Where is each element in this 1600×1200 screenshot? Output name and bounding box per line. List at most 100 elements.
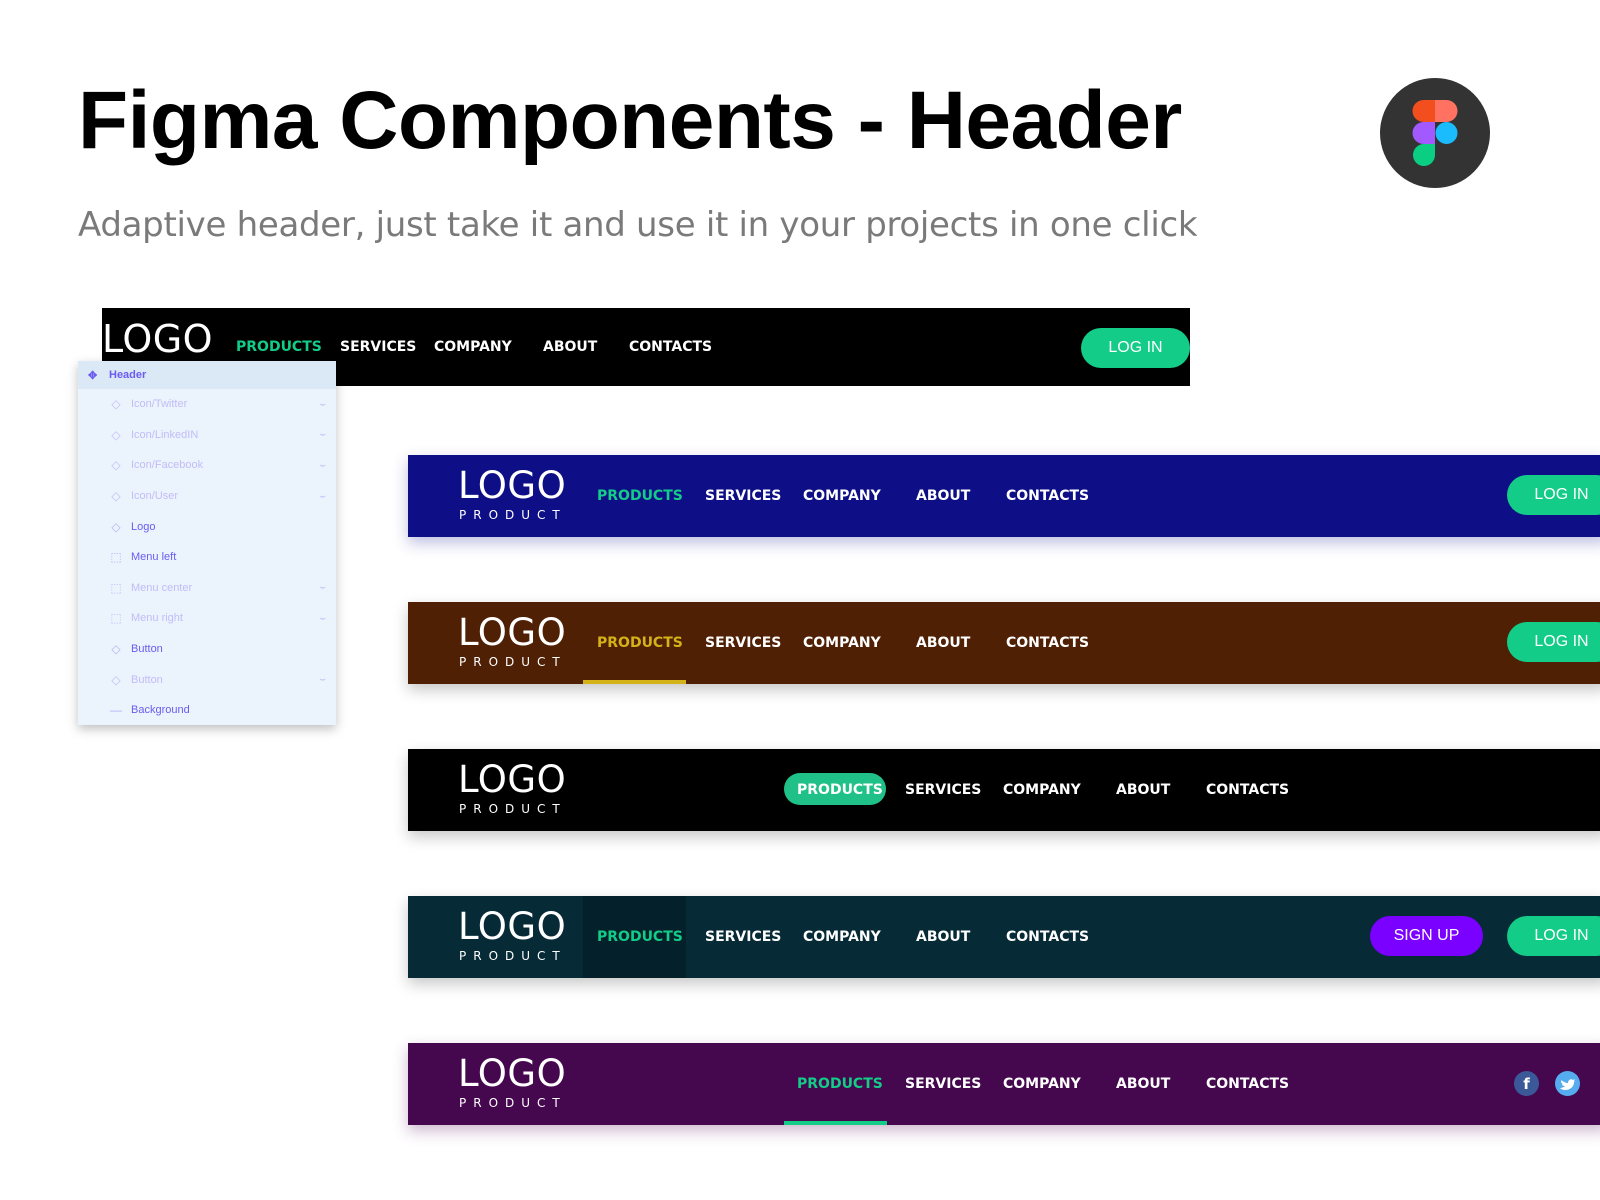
login-button[interactable]: LOG IN	[1507, 475, 1600, 515]
logo-subtitle: PRODUCT	[459, 949, 567, 963]
login-button[interactable]: LOG IN	[1507, 622, 1600, 662]
hidden-eye-icon[interactable]: ⌣	[319, 613, 326, 624]
layer-label: Menu center	[131, 581, 193, 594]
nav-products[interactable]: PRODUCTS	[797, 1076, 883, 1092]
layer-label: Icon/Facebook	[131, 459, 204, 472]
frame-icon: ⬚	[110, 550, 122, 565]
nav-company[interactable]: COMPANY	[803, 488, 881, 504]
layer-label: Menu right	[131, 612, 183, 625]
component-set-icon: ✥	[88, 369, 98, 382]
page-subtitle: Adaptive header, just take it and use it…	[78, 205, 1198, 245]
layer-label: Background	[131, 704, 190, 717]
layer-item[interactable]: ◇ Icon/User ⌣	[78, 481, 336, 512]
nav-services[interactable]: SERVICES	[705, 488, 781, 504]
nav-products[interactable]: PRODUCTS	[597, 929, 683, 945]
nav-services[interactable]: SERVICES	[905, 782, 981, 798]
layer-label: Menu left	[131, 551, 177, 564]
header-teal: LOGO PRODUCT PRODUCTS SERVICES COMPANY A…	[408, 896, 1600, 978]
header-purple: LOGO PRODUCT PRODUCTS SERVICES COMPANY A…	[408, 1043, 1600, 1125]
hidden-eye-icon[interactable]: ⌣	[319, 460, 326, 471]
logo[interactable]: LOGO	[458, 908, 566, 945]
layer-label: Logo	[131, 520, 156, 533]
login-button[interactable]: LOG IN	[1081, 328, 1190, 368]
layer-item[interactable]: ◇ Logo	[78, 511, 336, 542]
component-icon: ◇	[111, 519, 121, 534]
nav-products[interactable]: PRODUCTS	[597, 635, 683, 651]
logo[interactable]: LOGO	[458, 1055, 566, 1092]
nav-contacts[interactable]: CONTACTS	[1006, 929, 1089, 945]
nav-company[interactable]: COMPANY	[1003, 782, 1081, 798]
nav-contacts[interactable]: CONTACTS	[1006, 488, 1089, 504]
signup-button[interactable]: SIGN UP	[1370, 916, 1483, 956]
nav-about[interactable]: ABOUT	[1116, 1076, 1170, 1092]
layer-item[interactable]: ⬚ Menu right ⌣	[78, 603, 336, 634]
nav-about[interactable]: ABOUT	[543, 339, 597, 355]
logo[interactable]: LOGO	[458, 467, 566, 504]
hidden-eye-icon[interactable]: ⌣	[319, 582, 326, 593]
layer-item[interactable]: ⬚ Menu center ⌣	[78, 573, 336, 604]
nav-about[interactable]: ABOUT	[916, 635, 970, 651]
header-black-centered: LOGO PRODUCT PRODUCTS SERVICES COMPANY A…	[408, 749, 1600, 831]
nav-company[interactable]: COMPANY	[803, 635, 881, 651]
hidden-eye-icon[interactable]: ⌣	[319, 429, 326, 440]
nav-contacts[interactable]: CONTACTS	[1006, 635, 1089, 651]
layer-item[interactable]: ◇ Button ⌣	[78, 664, 336, 695]
nav-about[interactable]: ABOUT	[916, 488, 970, 504]
layer-label: Icon/Twitter	[131, 398, 188, 411]
twitter-icon[interactable]	[1555, 1071, 1580, 1096]
logo[interactable]: LOGO	[458, 761, 566, 798]
nav-company[interactable]: COMPANY	[803, 929, 881, 945]
nav-contacts[interactable]: CONTACTS	[1206, 1076, 1289, 1092]
nav-products[interactable]: PRODUCTS	[597, 488, 683, 504]
layers-panel: ✥ Header ◇ Icon/Twitter ⌣ ◇ Icon/LinkedI…	[78, 361, 336, 725]
logo[interactable]: LOGO	[458, 614, 566, 651]
component-icon: ◇	[111, 397, 121, 412]
nav-services[interactable]: SERVICES	[905, 1076, 981, 1092]
layer-root[interactable]: ✥ Header	[78, 361, 336, 389]
layer-label: Button	[131, 643, 163, 656]
frame-icon: ⬚	[110, 580, 122, 595]
active-underline	[583, 680, 686, 684]
layer-item[interactable]: ◇ Icon/Facebook ⌣	[78, 450, 336, 481]
logo-subtitle: PRODUCT	[459, 1096, 567, 1110]
layer-item[interactable]: ◇ Button	[78, 634, 336, 665]
logo-subtitle: PRODUCT	[459, 802, 567, 816]
logo-subtitle: PRODUCT	[459, 508, 567, 522]
nav-services[interactable]: SERVICES	[340, 339, 416, 355]
nav-contacts[interactable]: CONTACTS	[1206, 782, 1289, 798]
component-icon: ◇	[111, 458, 121, 473]
nav-about[interactable]: ABOUT	[1116, 782, 1170, 798]
nav-company[interactable]: COMPANY	[1003, 1076, 1081, 1092]
nav-services[interactable]: SERVICES	[705, 635, 781, 651]
hidden-eye-icon[interactable]: ⌣	[319, 399, 326, 410]
figma-logo-icon	[1380, 78, 1490, 188]
canvas: Figma Components - Header Adaptive heade…	[0, 0, 1600, 1200]
layer-label: Button	[131, 673, 163, 686]
logo[interactable]: LOGO	[102, 320, 213, 358]
nav-products[interactable]: PRODUCTS	[236, 339, 322, 355]
layer-label: Icon/User	[131, 490, 179, 503]
layer-item[interactable]: ◇ Icon/LinkedIN ⌣	[78, 420, 336, 451]
logo-subtitle: PRODUCT	[459, 655, 567, 669]
component-icon: ◇	[111, 672, 121, 687]
nav-products[interactable]: PRODUCTS	[797, 782, 883, 798]
layer-label: Header	[109, 369, 147, 381]
line-icon: —	[110, 703, 122, 718]
header-navy: LOGO PRODUCT PRODUCTS SERVICES COMPANY A…	[408, 455, 1600, 537]
nav-services[interactable]: SERVICES	[705, 929, 781, 945]
layer-item[interactable]: ⬚ Menu left	[78, 542, 336, 573]
component-icon: ◇	[111, 489, 121, 504]
layer-item[interactable]: — Background	[78, 695, 336, 726]
layer-item[interactable]: ◇ Icon/Twitter ⌣	[78, 389, 336, 420]
active-underline	[784, 1121, 887, 1125]
facebook-icon[interactable]: f	[1514, 1071, 1539, 1096]
hidden-eye-icon[interactable]: ⌣	[319, 674, 326, 685]
frame-icon: ⬚	[110, 611, 122, 626]
header-brown: LOGO PRODUCT PRODUCTS SERVICES COMPANY A…	[408, 602, 1600, 684]
nav-company[interactable]: COMPANY	[434, 339, 512, 355]
component-icon: ◇	[111, 427, 121, 442]
nav-contacts[interactable]: CONTACTS	[629, 339, 712, 355]
nav-about[interactable]: ABOUT	[916, 929, 970, 945]
hidden-eye-icon[interactable]: ⌣	[319, 491, 326, 502]
login-button[interactable]: LOG IN	[1507, 916, 1600, 956]
